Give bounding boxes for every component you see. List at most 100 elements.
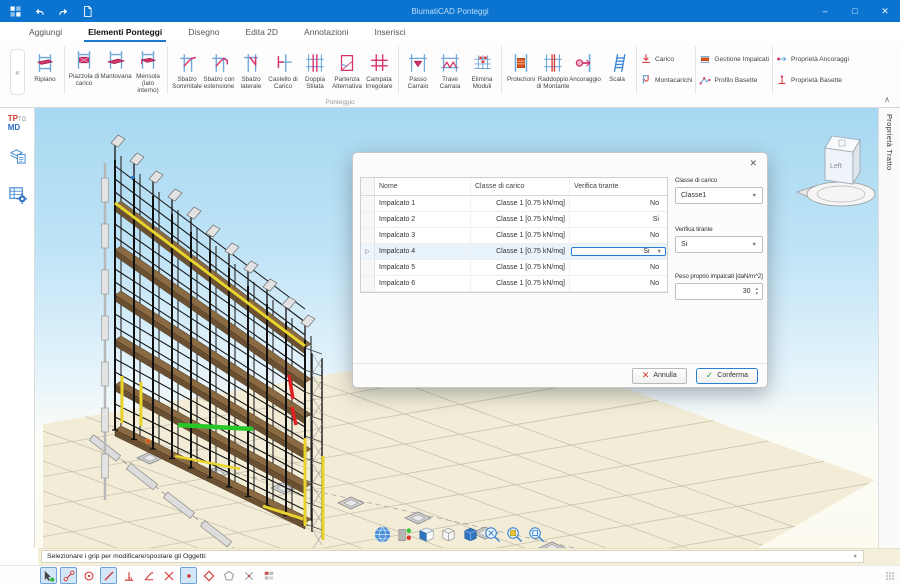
doppia-stilata-button[interactable]: Doppia Stilata [299, 50, 331, 90]
wireframe-globe-icon[interactable] [373, 525, 392, 544]
intersection-snap-icon[interactable] [160, 567, 177, 584]
trave-carraia-button[interactable]: Trave Carraia [434, 50, 466, 90]
tab-annotazioni[interactable]: Annotazioni [291, 22, 361, 42]
table-row[interactable]: Impalcato 2Classe 1 [0.75 kN/mq]Si [361, 212, 667, 228]
wireframe-view-icon[interactable] [439, 525, 458, 544]
maximize-button[interactable]: □ [840, 0, 870, 22]
peso-proprio-label: Peso proprio impalcati [daN/m^2] [675, 273, 763, 280]
confirm-button[interactable]: ✓Conferma [696, 368, 758, 384]
tab-aggiungi[interactable]: Aggiungi [16, 22, 75, 42]
ancoraggio-button[interactable]: Ancoraggio [569, 50, 601, 90]
table-settings-icon[interactable] [8, 185, 27, 209]
cell-verifica-tirante: Si [570, 212, 667, 227]
layers-document-icon[interactable] [8, 146, 27, 170]
ribbon-button-label: Profilo Basette [714, 77, 757, 84]
cancel-button[interactable]: ✕Annulla [632, 368, 687, 384]
piazzola-di-carico-button[interactable]: Piazzola di carico [68, 47, 100, 87]
table-row[interactable]: Impalcato 1Classe 1 [0.75 kN/mq]No [361, 196, 667, 212]
sbalzo-estensione-icon [207, 50, 231, 76]
close-button[interactable]: ✕ [870, 0, 900, 22]
classe-di-carico-select[interactable]: Classe1▼ [675, 187, 763, 204]
ribbon-button-label: Sbalzo laterale [234, 76, 268, 90]
sbalzo-sommitale-button[interactable]: Sbalzo Sommitale [171, 50, 203, 90]
select-grip-icon[interactable] [40, 567, 57, 584]
center-snap-icon[interactable] [80, 567, 97, 584]
solid-view-icon[interactable] [461, 525, 480, 544]
propriet-ancoraggi-button[interactable]: Proprietà Ancoraggi [776, 53, 849, 67]
ribbon-button-label: Doppia Stilata [298, 76, 332, 90]
ribbon-button-label: Passo Carraio [401, 76, 435, 90]
castello-di-carico-button[interactable]: Castello di Carico [267, 50, 299, 90]
angle-snap-icon[interactable] [140, 567, 157, 584]
peso-proprio-spinner[interactable]: 30▲▼ [675, 283, 763, 300]
cell-nome: Impalcato 2 [375, 212, 471, 227]
command-history-chevron-icon[interactable]: ▼ [853, 554, 858, 560]
perpendicular-snap-icon[interactable] [120, 567, 137, 584]
grid-snap-icon[interactable] [260, 567, 277, 584]
polygon-snap-icon[interactable] [220, 567, 237, 584]
undo-icon[interactable] [33, 5, 46, 18]
mantovana-button[interactable]: Mantovana [100, 47, 132, 87]
table-row[interactable]: Impalcato 5Classe 1 [0.75 kN/mq]No [361, 260, 667, 276]
carico-button[interactable]: Carico [640, 53, 674, 67]
table-row[interactable]: Impalcato 6Classe 1 [0.75 kN/mq]No [361, 276, 667, 292]
propriet-basette-button[interactable]: Proprietà Basette [776, 74, 842, 88]
ribbon-collapse-icon[interactable]: ∧ [884, 95, 890, 104]
endpoint-snap-icon[interactable] [60, 567, 77, 584]
verifica-tirante-select[interactable]: Si▼ [675, 236, 763, 253]
node-snap-icon[interactable] [180, 567, 197, 584]
shaded-view-icon[interactable] [417, 525, 436, 544]
impalcati-dialog: ✕ NomeClasse di caricoVerifica tiranteIm… [352, 152, 768, 388]
right-sidebar-tab[interactable]: Proprietà Tratto [878, 108, 900, 548]
zoom-extents-icon[interactable] [483, 525, 502, 544]
column-header-nome[interactable]: Nome [375, 178, 471, 195]
cell-verifica-tirante: No [570, 276, 667, 291]
montacarichi-button[interactable]: Montacarichi [640, 74, 692, 88]
sbalzo-laterale-button[interactable]: Sbalzo laterale [235, 50, 267, 90]
new-document-icon[interactable] [81, 5, 94, 18]
campata-irregolare-button[interactable]: Campata Irregolare [363, 50, 395, 90]
impalcati-table: NomeClasse di caricoVerifica tiranteImpa… [360, 177, 668, 293]
spinner-arrows-icon[interactable]: ▲▼ [755, 287, 759, 296]
profilo-basette-icon [699, 74, 711, 88]
view-navigation-toolbar [373, 525, 546, 544]
ribbon-collapse-left-button[interactable]: « [10, 49, 25, 95]
elimina-moduli-button[interactable]: Elimina Moduli [466, 50, 498, 90]
ribbon-button-label: Ancoraggio [568, 76, 602, 90]
campata-icon [367, 50, 391, 76]
tab-edita-2d[interactable]: Edita 2D [232, 22, 291, 42]
dialog-close-icon[interactable]: ✕ [749, 158, 757, 169]
column-header-verifica-tirante[interactable]: Verifica tirante [570, 178, 667, 195]
passo-carraio-button[interactable]: Passo Carraio [402, 50, 434, 90]
minimize-button[interactable]: – [810, 0, 840, 22]
scala-button[interactable]: Scala [601, 50, 633, 90]
named-views-icon[interactable] [395, 525, 414, 544]
resize-grip[interactable] [886, 572, 895, 581]
command-prompt-input[interactable]: Selezionare i grip per modificare/sposta… [41, 550, 864, 563]
protezioni-button[interactable]: Protezioni [505, 50, 537, 90]
redo-icon[interactable] [57, 5, 70, 18]
raddoppio-di-montante-button[interactable]: Raddoppio di Montante [537, 50, 569, 90]
table-row[interactable]: Impalcato 3Classe 1 [0.75 kN/mq]No [361, 228, 667, 244]
mensola-lato-interno-button[interactable]: Mensola (lato interno) [132, 47, 164, 94]
zoom-window-icon[interactable] [505, 525, 524, 544]
apparent-intersection-icon[interactable] [240, 567, 257, 584]
nearest-line-snap-icon[interactable] [100, 567, 117, 584]
gestione-impalcati-button[interactable]: Gestione Impalcati [699, 53, 769, 67]
column-header-classe-di-carico[interactable]: Classe di carico [471, 178, 570, 195]
gestione-impalcati-icon [699, 53, 711, 67]
ripiano-button[interactable]: Ripiano [29, 50, 61, 90]
tab-disegno[interactable]: Disegno [175, 22, 232, 42]
partenza-alternativa-button[interactable]: Partenza Alternativa [331, 50, 363, 90]
tab-elementi-ponteggi[interactable]: Elementi Ponteggi [75, 22, 175, 42]
quadrant-snap-icon[interactable] [200, 567, 217, 584]
table-row[interactable]: ▷Impalcato 4Classe 1 [0.75 kN/mq]Si▼ [361, 244, 667, 260]
profilo-basette-button[interactable]: Profilo Basette [699, 74, 757, 88]
cell-nome: Impalcato 6 [375, 276, 471, 291]
zoom-dynamic-icon[interactable] [527, 525, 546, 544]
verifica-tirante-cell-editor[interactable]: Si▼ [571, 247, 666, 256]
app-logo: TPTGMD [8, 115, 27, 131]
sbalzo-con-estensione-button[interactable]: Sbalzo con estensione [203, 50, 235, 90]
app-grid-icon[interactable] [9, 5, 22, 18]
tab-inserisci[interactable]: Inserisci [361, 22, 418, 42]
